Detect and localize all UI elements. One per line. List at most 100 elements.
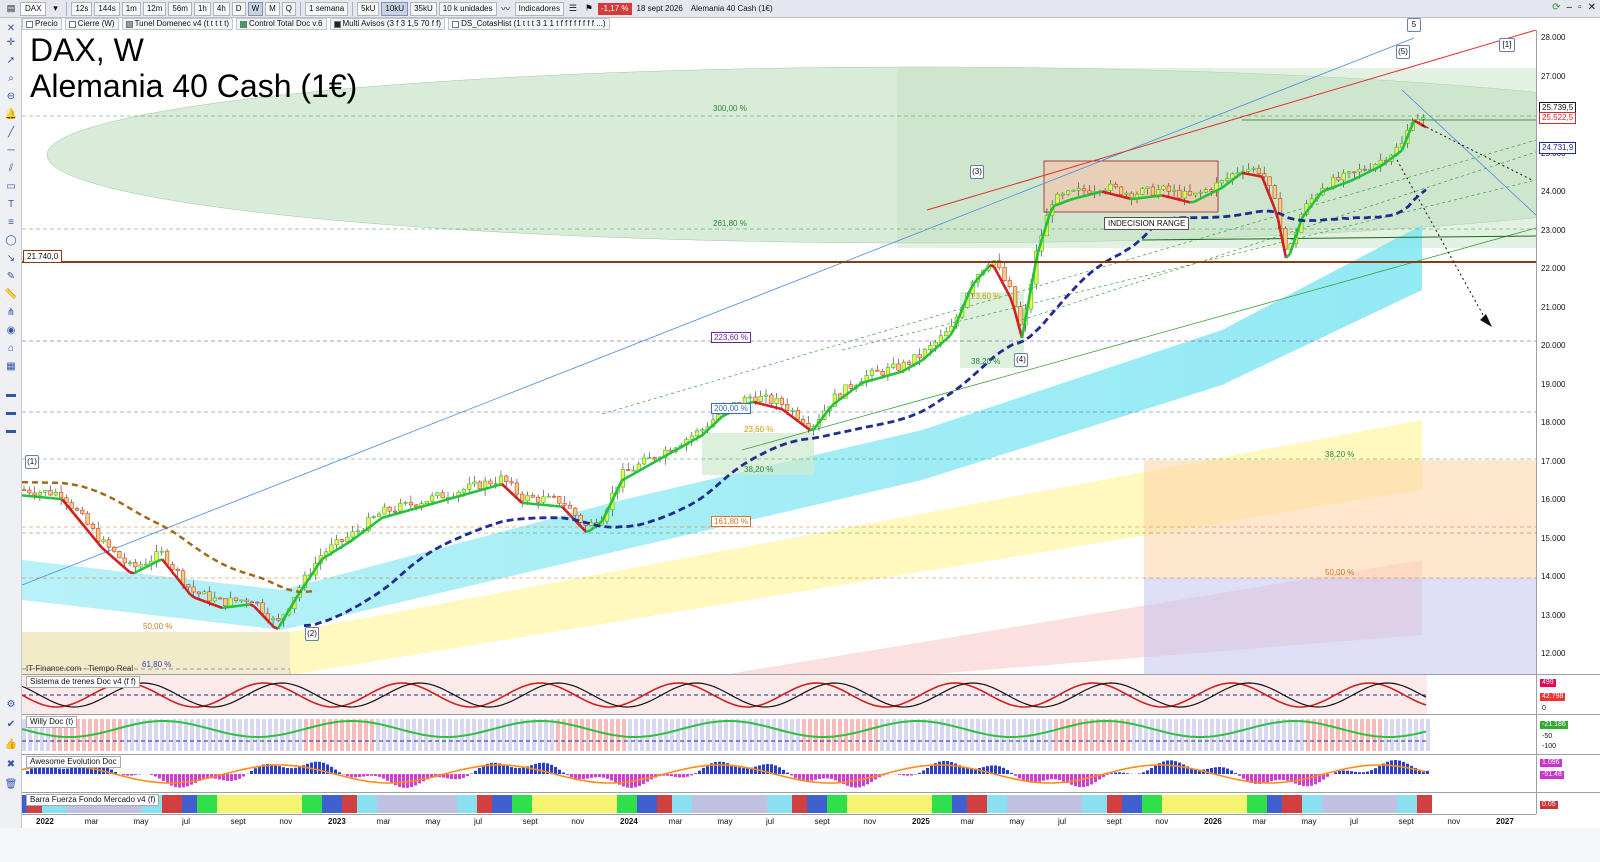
period-select[interactable]: 1 semana [305,1,349,16]
thumbs-up-icon[interactable]: 👍 [4,738,18,752]
pencil-icon[interactable]: ✎ [4,270,18,284]
awesome-bar [686,774,689,777]
refresh-icon[interactable]: ⟳ [1552,2,1560,13]
unit-button[interactable]: 35kU [410,1,437,16]
alert-icon[interactable]: 🔔 [4,108,18,122]
color-green-icon[interactable]: ▬ [4,406,18,420]
text-icon[interactable]: T [4,198,18,212]
price-axis[interactable]: 28.00027.00026.00025.00024.00023.00022.0… [1536,30,1600,674]
indicator-tag[interactable]: Cierre (W) [64,18,119,30]
tag-label: Tunel Domenec v4 (t t t t t) [134,19,229,28]
wave-label-1[interactable]: (1) [25,455,39,469]
lock-icon[interactable]: ⌂ [4,342,18,356]
pane-title[interactable]: Barra Fuerza Fondo Mercado v4 (f) [26,794,160,806]
chevron-down-icon[interactable]: ▾ [48,2,62,16]
pane-title[interactable]: Willy Doc (t) [26,716,78,728]
indicators-icon[interactable]: 〰 [499,2,513,16]
pane-title[interactable]: Awesome Evolution Doc [26,756,121,768]
app-menu-icon[interactable]: ▤ [4,2,18,16]
ruler-icon[interactable]: 📏 [4,288,18,302]
willy-bar [256,719,260,751]
interval-button[interactable]: 12m [142,1,167,16]
wave-label-3[interactable]: (3) [970,165,984,179]
candle-body [647,457,652,459]
barra-bar [742,795,747,813]
list-icon[interactable]: ☰ [566,2,580,16]
candle-body [1193,192,1198,196]
indicator-pane-awesome[interactable]: Awesome Evolution Doc [21,754,1536,792]
interval-button[interactable]: 1h [193,1,211,16]
awesome-bar [1282,774,1285,780]
cursor-icon[interactable]: ➚ [4,54,18,68]
interval-button[interactable]: Q [281,1,297,16]
indicator-tag[interactable]: Precio [22,18,62,30]
interval-button[interactable]: 12s [71,1,93,16]
color-red-icon[interactable]: ▬ [4,388,18,402]
wave-label-5-minor[interactable]: 5 [1407,18,1421,32]
instrument-select[interactable]: DAX [20,1,47,16]
close-icon[interactable]: ✕ [1588,2,1596,13]
wave-label-2[interactable]: (2) [305,627,319,641]
indicator-tag[interactable]: Tunel Domenec v4 (t t t t t) [121,18,233,30]
interval-button[interactable]: W [247,1,264,16]
indicators-button[interactable]: Indicadores [514,1,564,16]
price-chart[interactable] [22,30,1536,674]
channel-icon[interactable]: ⫽ [4,162,18,176]
interval-button[interactable]: 144s [94,1,120,16]
wave-label-4[interactable]: (4) [1014,353,1028,367]
minimize-icon[interactable]: – [1567,2,1573,13]
candle-body [1251,167,1256,170]
eye-icon[interactable]: ◉ [4,324,18,338]
delete-icon[interactable]: ✖ [4,758,18,772]
pane-title[interactable]: Sistema de trenes Doc v4 (f f) [26,676,140,688]
magnet-icon[interactable]: ⋔ [4,306,18,320]
crosshair-icon[interactable]: ✛ [4,36,18,50]
fib-label: 300,00 % [713,104,747,113]
arrow-icon[interactable]: ↘ [4,252,18,266]
units-select[interactable]: 10 k unidades [438,1,497,16]
zoom-out-icon[interactable]: ⊖ [4,90,18,104]
rectangle-icon[interactable]: ▭ [4,180,18,194]
trendline-icon[interactable]: ╱ [4,126,18,140]
awesome-bar [1006,770,1009,774]
wave-label-1-major[interactable]: [1] [1499,38,1515,52]
indicator-pane-barra[interactable]: Barra Fuerza Fondo Mercado v4 (f) [22,792,1536,814]
awesome-bar [1070,774,1073,785]
indecision-range-box[interactable] [1043,160,1219,213]
settings-icon[interactable]: ⚙ [4,698,18,712]
interval-button[interactable]: M [265,1,280,16]
indicator-tag[interactable]: DS_CotasHist (1 t t t 3 1 1 t f f f f f … [448,18,610,30]
trash-icon[interactable]: 🗑 [4,778,18,792]
zoom-icon[interactable]: ⌕ [4,72,18,86]
candle-body [525,495,530,502]
hline-icon[interactable]: ─ [4,144,18,158]
maximize-icon[interactable]: ▫ [1578,2,1582,13]
willy-bar [1336,719,1340,751]
fast-trend-segment [437,499,443,504]
interval-button[interactable]: 1m [121,1,141,16]
willy-bar [1288,719,1292,751]
ellipse-icon[interactable]: ◯ [4,234,18,248]
layers-icon[interactable]: ▦ [4,360,18,374]
time-axis[interactable]: 2022 mar may jul sept nov 2023 mar may jul sept nov… [22,814,1536,828]
barra-bar [1217,795,1222,813]
interval-button[interactable]: D [231,1,246,16]
indicator-tag[interactable]: Control Total Doc v.6 [235,18,327,30]
color-blue-icon[interactable]: ▬ [4,424,18,438]
check-icon[interactable]: ✔ [4,718,18,732]
close-icon[interactable]: ✕ [4,22,18,36]
indicator-pane-willy[interactable]: Willy Doc (t) [21,714,1536,754]
flag-icon[interactable]: ⚑ [582,2,596,16]
awesome-bar [398,774,401,787]
fast-trend-segment [409,507,415,512]
interval-button[interactable]: 4h [212,1,230,16]
unit-button[interactable]: 10kU [381,1,409,16]
chart-title-block: DAX, W Alemania 40 Cash (1€) [30,32,357,104]
unit-button[interactable]: 5kU [357,1,380,16]
interval-button[interactable]: 56m [168,1,192,16]
fib-icon[interactable]: ≡ [4,216,18,230]
indicator-pane-trenes[interactable]: Sistema de trenes Doc v4 (f f) [21,674,1536,715]
awesome-bar [134,774,137,776]
wave-label-5[interactable]: (5) [1396,45,1410,59]
indicator-tag[interactable]: Multi Avisos (3 f 3 1,5 70 f f) [329,18,446,30]
